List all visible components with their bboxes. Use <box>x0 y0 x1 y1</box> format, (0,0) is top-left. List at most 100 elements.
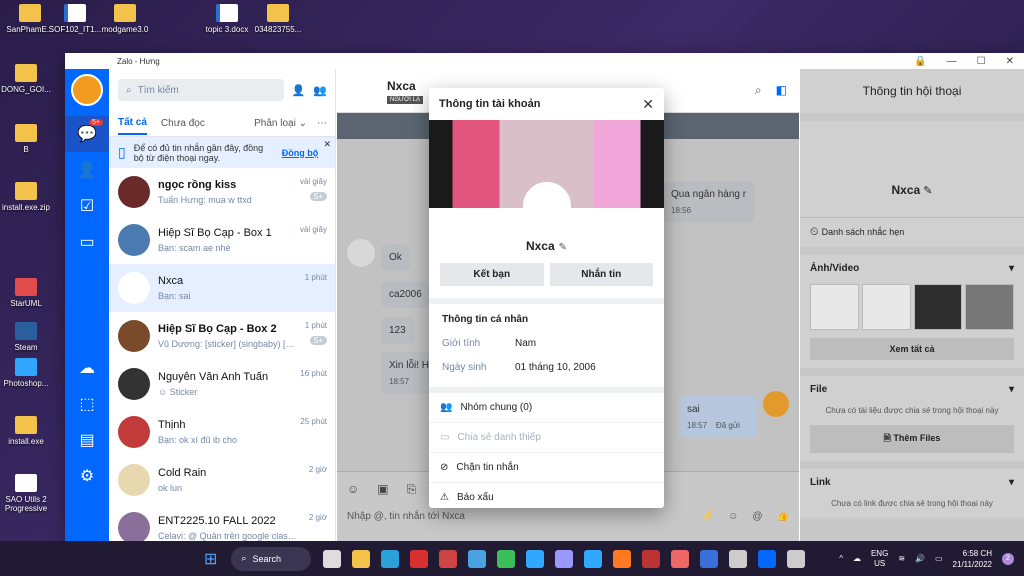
app-icon[interactable] <box>700 549 719 568</box>
nav-screenshot[interactable]: ⬚ <box>65 386 109 422</box>
nav-contacts[interactable]: 👤 <box>65 152 109 188</box>
sidebar-toggle-icon[interactable]: ◧ <box>776 83 787 98</box>
profile-avatar[interactable] <box>523 182 571 230</box>
chevron-down-icon[interactable]: ▾ <box>1009 477 1014 488</box>
cover-photo[interactable] <box>429 120 664 230</box>
folder-icon <box>267 4 289 22</box>
nav-chat[interactable]: 💬 5+ <box>65 116 109 152</box>
desktop-icon-folder[interactable]: install.exe <box>0 416 56 446</box>
view-all-button[interactable]: Xem tất cả <box>810 338 1014 360</box>
nav-cloud[interactable]: ☁ <box>65 350 109 386</box>
nav-todo[interactable]: ☑ <box>65 188 109 224</box>
app-icon[interactable] <box>497 549 516 568</box>
common-groups-item[interactable]: 👥 Nhóm chung (0) <box>429 393 664 423</box>
stranger-tag: NGƯỜI LẠ <box>387 96 423 104</box>
desktop-icon-zip[interactable]: install.exe.zip <box>0 182 56 212</box>
search-input[interactable]: ⌕ Tìm kiếm <box>118 79 284 101</box>
app-icon[interactable] <box>468 549 487 568</box>
conversation-item[interactable]: Thịnh Bạn: ok xí đũ ib cho 25 phút <box>109 408 335 456</box>
windows-start-icon[interactable]: ⊞ <box>204 549 217 569</box>
game-icon[interactable] <box>671 549 690 568</box>
message-bubble: Ok <box>381 244 410 271</box>
mention-icon[interactable]: @ <box>752 511 762 522</box>
file-explorer-icon[interactable] <box>323 549 342 568</box>
edit-icon[interactable]: ✎ <box>923 185 932 197</box>
message-input[interactable]: Nhập @, tin nhắn tới Nxca ⚡ ☺ @ 👍 <box>337 507 799 526</box>
battery-icon[interactable]: ▭ <box>935 554 943 563</box>
maximize-button[interactable]: ☐ <box>977 56 986 67</box>
chevron-up-icon[interactable]: ^ <box>839 554 843 563</box>
emoji-icon[interactable]: ☺ <box>728 511 738 522</box>
block-messages-item[interactable]: ⊘ Chặn tin nhắn <box>429 453 664 483</box>
desktop-icon-photoshop[interactable]: Photoshop... <box>0 358 56 388</box>
classify-dropdown[interactable]: Phân loại ⌄ <box>254 118 307 129</box>
sticker-icon[interactable]: ☺ <box>347 482 359 497</box>
reminder-row[interactable]: ⏲ Danh sách nhắc hẹn <box>800 217 1024 247</box>
monitor-icon[interactable] <box>381 549 400 568</box>
game-icon[interactable] <box>642 549 661 568</box>
firefox-icon[interactable] <box>613 549 632 568</box>
conversation-item-selected[interactable]: Nxca Bạn: sai 1 phút <box>109 264 335 312</box>
minimize-button[interactable]: — <box>947 56 957 67</box>
sync-link[interactable]: Đồng bộ <box>282 148 319 158</box>
conversation-item[interactable]: Nguyễn Văn Anh Tuấn ☺ Sticker 16 phút <box>109 360 335 408</box>
nav-toolbox[interactable]: ▤ <box>65 422 109 458</box>
app-icon[interactable] <box>787 549 806 568</box>
image-icon[interactable]: ▣ <box>377 482 388 497</box>
desktop-icon-folder[interactable]: DONG_GOI... <box>0 64 56 94</box>
wifi-icon[interactable]: ≋ <box>898 554 905 563</box>
media-thumbnail[interactable] <box>913 284 963 330</box>
nav-video[interactable]: ▭ <box>65 224 109 260</box>
cloud-icon[interactable]: ☁ <box>853 554 861 563</box>
wps-icon[interactable] <box>410 549 429 568</box>
tab-all[interactable]: Tất cả <box>118 117 147 135</box>
app-icon[interactable] <box>439 549 458 568</box>
lock-icon[interactable]: 🔒 <box>914 56 926 67</box>
conversation-item[interactable]: ngọc rồng kiss Tuấn Hưng: mua w ttxd vài … <box>109 168 335 216</box>
chevron-down-icon[interactable]: ▾ <box>1009 384 1014 395</box>
attach-icon[interactable]: ⎘ <box>407 482 417 497</box>
app-icon[interactable] <box>729 549 748 568</box>
add-files-button[interactable]: 🗎 Thêm Files <box>810 425 1014 453</box>
conversation-item[interactable]: Hiệp Sĩ Bọ Cạp - Box 2 Vũ Dương: [sticker… <box>109 312 335 360</box>
create-group-icon[interactable]: 👥 <box>313 84 327 97</box>
share-card-item[interactable]: ▭ Chia sẻ danh thiếp <box>429 423 664 453</box>
conversation-item[interactable]: Cold Rain ok lun 2 giờ <box>109 456 335 504</box>
close-notice-icon[interactable]: ✕ <box>323 139 331 150</box>
folder-icon[interactable] <box>352 549 371 568</box>
media-thumbnail[interactable] <box>810 284 859 330</box>
animate-icon[interactable] <box>555 549 574 568</box>
photoshop-icon[interactable] <box>584 549 603 568</box>
volume-icon[interactable]: 🔊 <box>915 554 925 563</box>
add-friend-button[interactable]: Kết bạn <box>440 263 544 286</box>
clock[interactable]: 6:58 CH 21/11/2022 <box>953 548 992 570</box>
desktop-icon-folder[interactable]: modgame3.0 <box>95 4 155 34</box>
desktop-icon-folder[interactable]: B <box>0 124 56 154</box>
search-icon[interactable]: ⌕ <box>755 83 762 98</box>
add-friend-icon[interactable]: 👤 <box>292 84 306 97</box>
chevron-down-icon[interactable]: ▾ <box>1009 263 1014 274</box>
report-item[interactable]: ⚠ Báo xấu <box>429 483 664 508</box>
thumbs-up-icon[interactable]: 👍 <box>777 511 789 522</box>
edit-icon[interactable]: ✎ <box>559 242 567 253</box>
desktop-icon-folder[interactable]: 034823755... <box>248 4 308 34</box>
photoshop-icon[interactable] <box>526 549 545 568</box>
quick-reply-icon[interactable]: ⚡ <box>702 511 714 522</box>
language-indicator[interactable]: ENG US <box>871 549 888 569</box>
message-button[interactable]: Nhắn tin <box>549 263 653 286</box>
media-thumbnail[interactable] <box>861 284 911 330</box>
more-icon[interactable]: ⋯ <box>317 118 327 129</box>
desktop-icon-steam[interactable]: Steam <box>0 322 56 352</box>
tab-unread[interactable]: Chưa đọc <box>161 118 205 134</box>
desktop-icon-staruml[interactable]: StarUML <box>0 278 56 308</box>
notification-badge[interactable]: 2 <box>1002 552 1014 565</box>
nav-settings[interactable]: ⚙ <box>65 458 109 494</box>
zalo-icon[interactable] <box>758 549 777 568</box>
media-thumbnail[interactable] <box>965 284 1014 330</box>
conversation-item[interactable]: Hiệp Sĩ Bọ Cạp - Box 1 Bạn: scam ae nhé v… <box>109 216 335 264</box>
close-button[interactable]: ✕ <box>1006 56 1014 67</box>
close-icon[interactable]: ✕ <box>642 96 654 113</box>
taskbar-search[interactable]: ⌕ Search <box>231 546 312 571</box>
user-avatar[interactable] <box>71 74 103 106</box>
desktop-icon-saoutils[interactable]: SAO Utils 2 Progressive <box>0 474 56 513</box>
